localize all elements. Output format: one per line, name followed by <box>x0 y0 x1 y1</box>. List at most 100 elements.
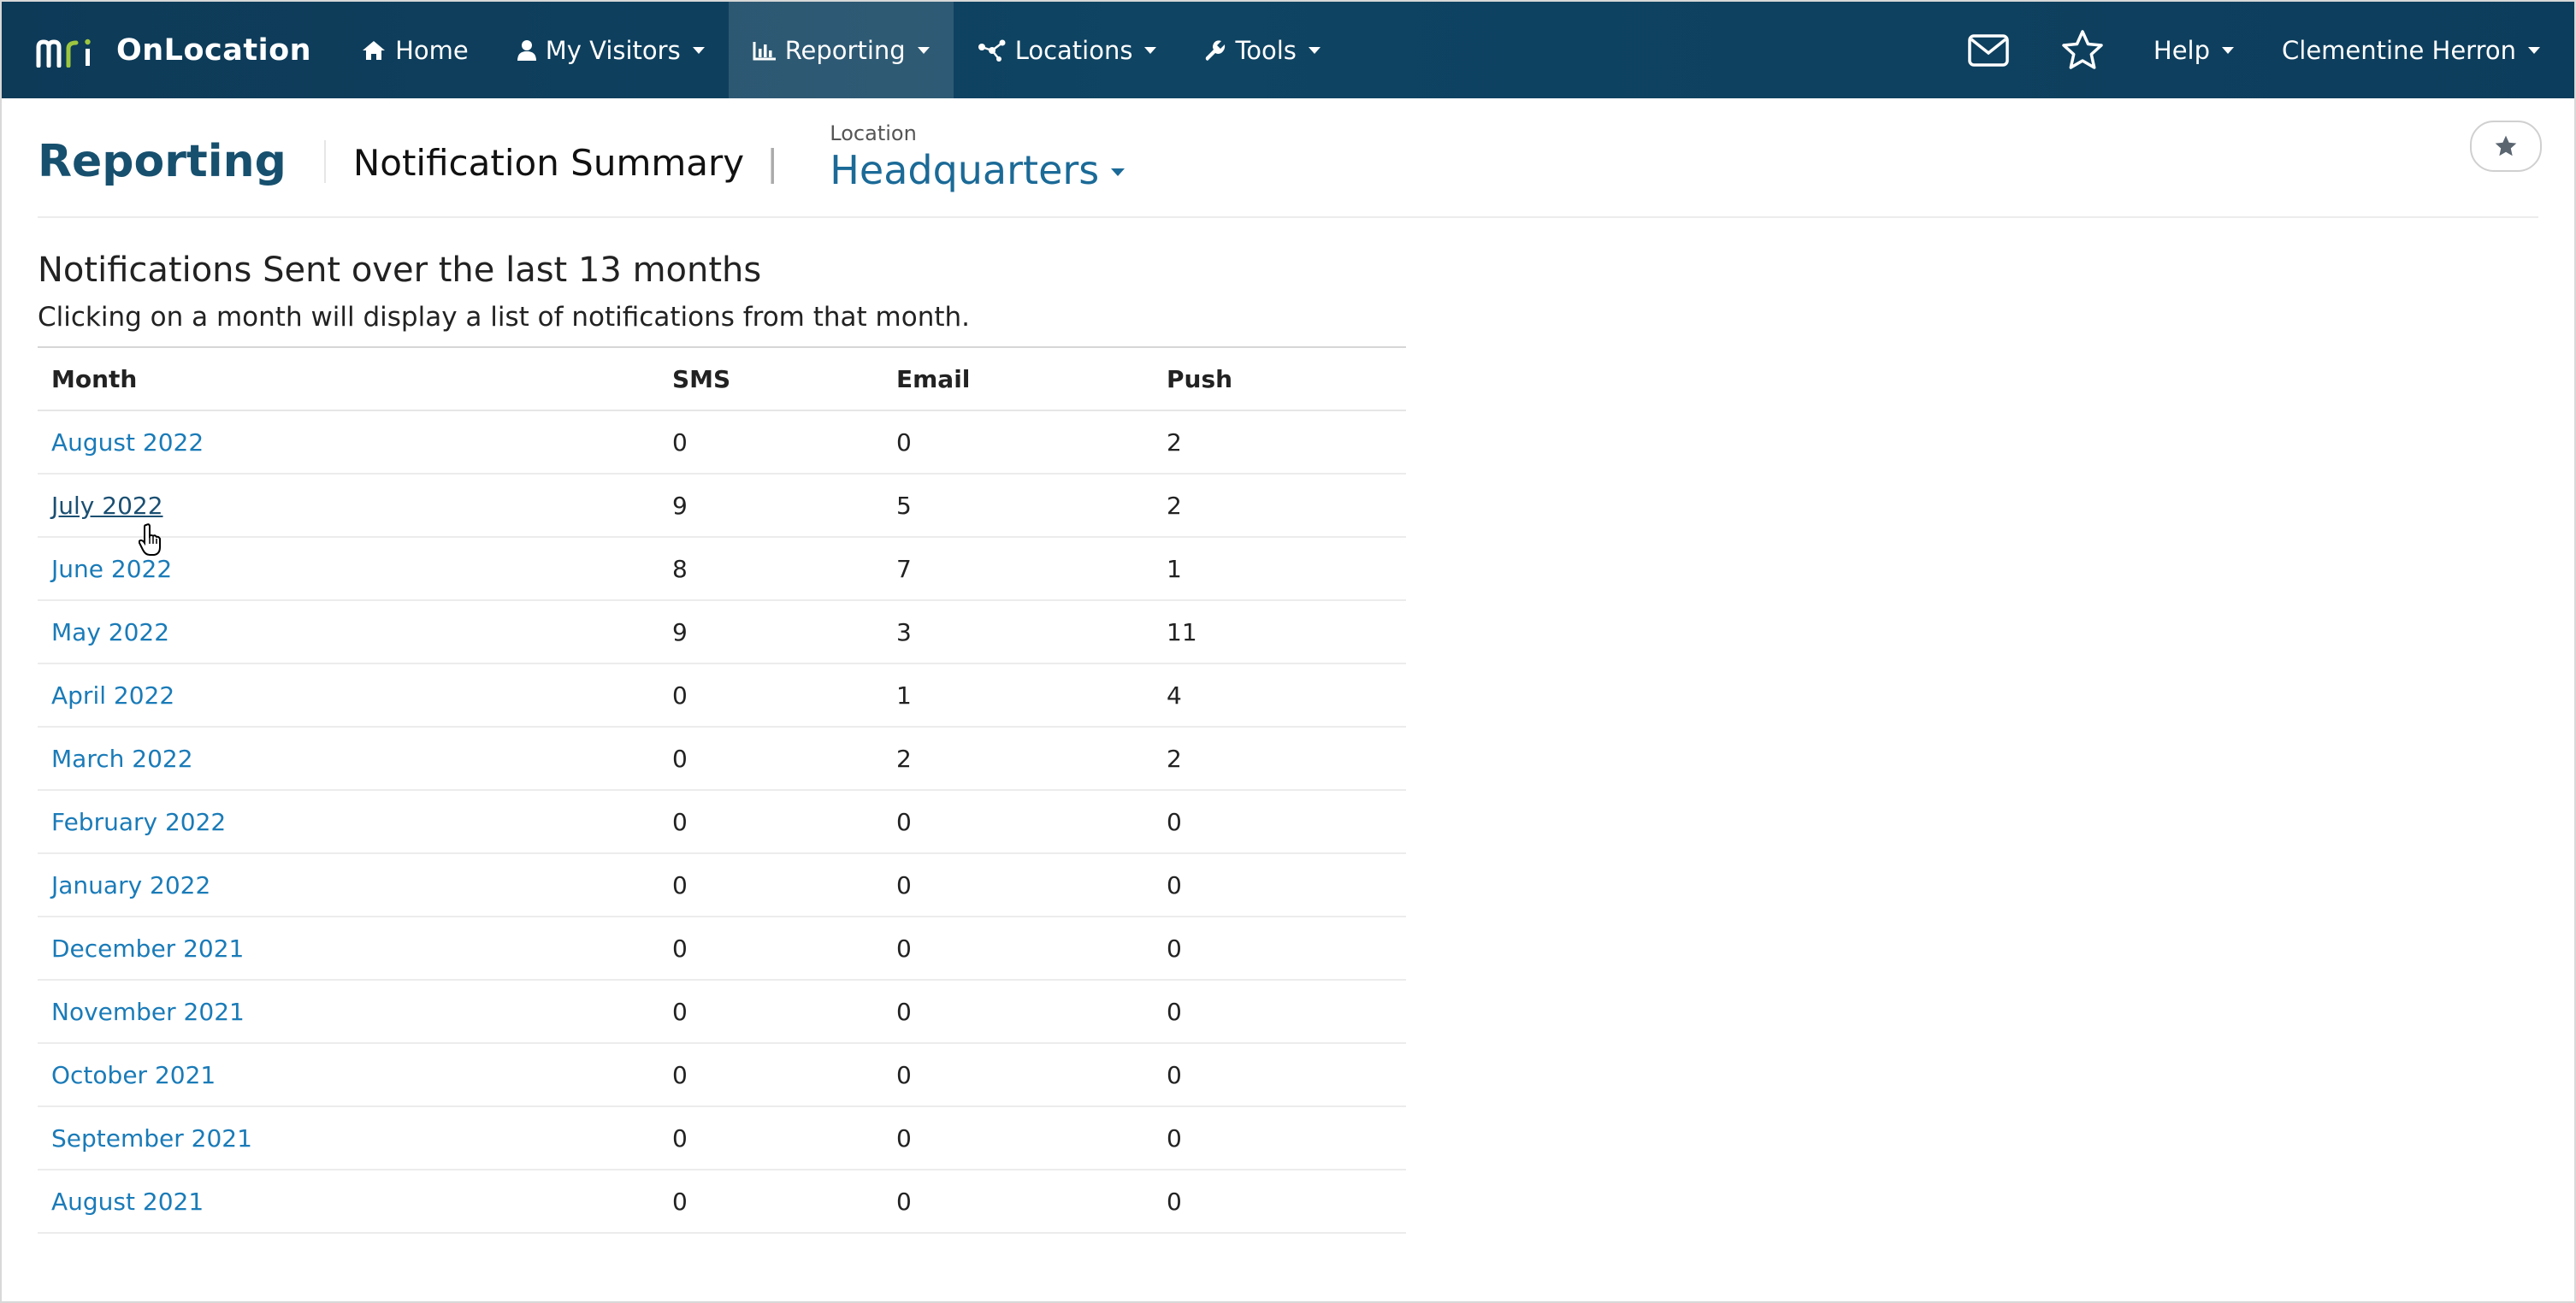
month-cell: November 2021 <box>38 980 659 1044</box>
sms-count-cell: 0 <box>659 727 883 791</box>
email-count-cell: 3 <box>883 600 1153 664</box>
push-count-cell: 2 <box>1153 410 1406 475</box>
push-count-cell: 2 <box>1153 727 1406 791</box>
email-count-cell: 0 <box>883 917 1153 981</box>
chevron-down-icon <box>917 46 930 54</box>
sms-count-cell: 0 <box>659 917 883 981</box>
month-link[interactable]: April 2022 <box>51 681 174 710</box>
month-link[interactable]: August 2022 <box>51 428 204 457</box>
sms-count-cell: 9 <box>659 600 883 664</box>
network-icon <box>978 39 1006 62</box>
month-link[interactable]: October 2021 <box>51 1061 216 1089</box>
column-header-month: Month <box>38 347 659 411</box>
month-link[interactable]: June 2022 <box>51 555 172 583</box>
location-value: Headquarters <box>830 147 1100 193</box>
sms-count-cell: 8 <box>659 537 883 601</box>
push-count-cell: 0 <box>1153 1043 1406 1107</box>
sms-count-cell: 0 <box>659 790 883 854</box>
nav-tools[interactable]: Tools <box>1180 2 1344 98</box>
nav-user-menu[interactable]: Clementine Herron <box>2258 2 2574 98</box>
month-link[interactable]: August 2021 <box>51 1188 204 1216</box>
month-cell: July 2022 <box>38 474 659 538</box>
nav-help-label: Help <box>2153 35 2211 65</box>
push-count-cell: 0 <box>1153 853 1406 917</box>
month-link[interactable]: November 2021 <box>51 998 245 1026</box>
page-header: Reporting Notification Summary | Locatio… <box>38 98 2542 218</box>
nav-locations[interactable]: Locations <box>954 2 1181 98</box>
month-cell: September 2021 <box>38 1106 659 1170</box>
section-title: Notifications Sent over the last 13 mont… <box>38 251 762 290</box>
push-count-cell: 0 <box>1153 790 1406 854</box>
messages-button[interactable] <box>1941 2 2035 98</box>
email-count-cell: 7 <box>883 537 1153 601</box>
month-cell: January 2022 <box>38 853 659 917</box>
table-header-row: Month SMS Email Push <box>38 347 1406 411</box>
nav-help[interactable]: Help <box>2130 2 2258 98</box>
notifications-table: Month SMS Email Push August 2022 0 0 2 July … <box>38 346 1406 1234</box>
nav-reporting[interactable]: Reporting <box>728 2 954 98</box>
month-cell: June 2022 <box>38 537 659 601</box>
user-name: Clementine Herron <box>2282 35 2516 65</box>
page-title: Reporting <box>38 136 287 187</box>
nav-my-visitors-label: My Visitors <box>545 35 681 65</box>
table-row: November 2021 0 0 0 <box>38 980 1406 1044</box>
sms-count-cell: 0 <box>659 853 883 917</box>
chevron-down-icon <box>692 46 705 54</box>
email-count-cell: 0 <box>883 410 1153 475</box>
email-count-cell: 5 <box>883 474 1153 538</box>
month-link[interactable]: May 2022 <box>51 618 169 646</box>
sms-count-cell: 0 <box>659 410 883 475</box>
month-cell: March 2022 <box>38 727 659 791</box>
table-row: June 2022 8 7 1 <box>38 537 1406 601</box>
push-count-cell: 4 <box>1153 663 1406 728</box>
nav-locations-label: Locations <box>1014 35 1133 65</box>
wrench-icon <box>1206 39 1226 61</box>
push-count-cell: 0 <box>1153 917 1406 981</box>
favorites-button[interactable] <box>2035 2 2130 98</box>
month-link[interactable]: December 2021 <box>51 935 244 963</box>
bar-chart-icon <box>753 41 776 60</box>
header-separator: | <box>766 141 779 184</box>
user-icon <box>517 39 536 61</box>
brand[interactable]: OnLocation <box>36 33 311 68</box>
month-link[interactable]: January 2022 <box>51 871 210 899</box>
location-selector: Location Headquarters <box>830 121 1126 193</box>
sms-count-cell: 0 <box>659 1043 883 1107</box>
push-count-cell: 11 <box>1153 600 1406 664</box>
section-description: Clicking on a month will display a list … <box>38 302 970 333</box>
table-row: September 2021 0 0 0 <box>38 1106 1406 1170</box>
column-header-sms: SMS <box>659 347 883 411</box>
nav-my-visitors[interactable]: My Visitors <box>493 2 729 98</box>
month-cell: December 2021 <box>38 917 659 981</box>
chevron-down-icon <box>2222 46 2235 54</box>
top-navbar: OnLocation Home My Visitors Reporting Lo… <box>2 2 2574 98</box>
page-subtitle: Notification Summary <box>352 141 745 184</box>
add-favorite-button[interactable] <box>2470 121 2542 172</box>
email-count-cell: 0 <box>883 790 1153 854</box>
header-divider <box>323 140 326 183</box>
chevron-down-icon <box>1111 168 1126 176</box>
month-link[interactable]: March 2022 <box>51 745 193 773</box>
table-row: August 2021 0 0 0 <box>38 1170 1406 1234</box>
nav-tools-label: Tools <box>1235 35 1297 65</box>
envelope-icon <box>1968 33 2009 67</box>
table-body: August 2022 0 0 2 July 2022 9 5 2 June 2022 8 7 1 Ma… <box>38 410 1406 1234</box>
sms-count-cell: 0 <box>659 663 883 728</box>
email-count-cell: 0 <box>883 1043 1153 1107</box>
month-link[interactable]: July 2022 <box>51 492 163 520</box>
mri-logo <box>36 33 99 68</box>
table-row: October 2021 0 0 0 <box>38 1043 1406 1107</box>
month-link[interactable]: February 2022 <box>51 808 226 836</box>
app-window: OnLocation Home My Visitors Reporting Lo… <box>0 0 2576 1303</box>
month-cell: February 2022 <box>38 790 659 854</box>
table-row: January 2022 0 0 0 <box>38 853 1406 917</box>
email-count-cell: 0 <box>883 853 1153 917</box>
email-count-cell: 0 <box>883 1170 1153 1234</box>
location-dropdown[interactable]: Headquarters <box>830 147 1126 193</box>
month-link[interactable]: September 2021 <box>51 1124 252 1153</box>
nav-reporting-label: Reporting <box>784 35 906 65</box>
month-cell: April 2022 <box>38 663 659 728</box>
sms-count-cell: 0 <box>659 1106 883 1170</box>
main-content: Notifications Sent over the last 13 mont… <box>38 251 1406 1234</box>
nav-home[interactable]: Home <box>337 2 493 98</box>
